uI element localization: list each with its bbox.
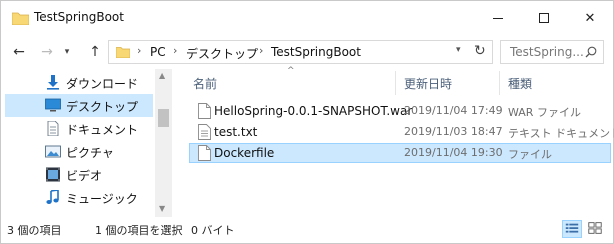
sidebar-scrollbar[interactable]: ▲ ▼ <box>155 69 172 217</box>
file-name: Dockerfile <box>214 146 275 160</box>
sidebar-item-videos[interactable]: ビデオ <box>5 163 153 186</box>
refresh-icon[interactable]: ↻ <box>474 43 486 59</box>
selection-size: 0 バイト <box>191 224 235 237</box>
video-icon <box>46 167 60 182</box>
navigation-bar: ← → ▾ ↑ › PC › デスクトップ › TestSpringBoot ▾… <box>1 35 613 69</box>
text-file-icon <box>198 124 211 140</box>
sidebar-item-label: ダウンロード <box>66 77 139 91</box>
search-icon <box>585 46 597 58</box>
breadcrumb-testspringboot[interactable]: TestSpringBoot <box>271 45 361 59</box>
details-view-icon <box>565 223 579 233</box>
music-icon <box>46 190 59 204</box>
folder-icon <box>116 47 130 58</box>
column-header-name[interactable]: 名前 <box>193 75 217 92</box>
maximize-button[interactable] <box>521 1 567 35</box>
up-button[interactable]: ↑ <box>83 39 107 65</box>
address-bar[interactable]: › PC › デスクトップ › TestSpringBoot ▾ ↻ <box>108 40 493 64</box>
file-date: 2019/11/04 19:30 <box>404 146 503 159</box>
sort-ascending-icon: ^ <box>287 66 295 76</box>
column-divider[interactable] <box>395 71 396 95</box>
navigation-pane: ダウンロード デスクトップ ドキュメント ピクチャ ビデオ ミュージック <box>1 69 173 217</box>
selection-count: 1 個の項目を選択 <box>95 224 183 237</box>
scrollbar-thumb[interactable] <box>158 109 169 127</box>
column-divider[interactable] <box>499 71 500 95</box>
file-list: ^ 名前 更新日時 種類 HelloSpring-0.0.1-SNAPSHOT.… <box>177 66 614 217</box>
file-type: ファイル <box>508 148 552 161</box>
sidebar-item-documents[interactable]: ドキュメント <box>5 117 153 140</box>
file-name: test.txt <box>214 125 258 139</box>
chevron-down-icon: ▾ <box>64 47 70 57</box>
download-icon <box>47 75 59 90</box>
document-icon <box>47 121 59 136</box>
breadcrumb-separator[interactable]: › <box>137 44 141 57</box>
scroll-up-icon[interactable]: ▲ <box>159 71 165 80</box>
sidebar-item-label: デスクトップ <box>66 100 139 114</box>
item-count: 3 個の項目 <box>7 224 62 237</box>
breadcrumb-desktop[interactable]: デスクトップ <box>186 45 258 62</box>
recent-locations-button[interactable]: ▾ <box>59 39 75 65</box>
breadcrumb-separator[interactable]: › <box>173 44 177 57</box>
file-name: HelloSpring-0.0.1-SNAPSHOT.war <box>214 104 413 118</box>
minimize-button[interactable] <box>475 1 521 35</box>
close-icon: ✕ <box>584 10 596 26</box>
file-icon <box>198 103 211 119</box>
sidebar-item-pictures[interactable]: ピクチャ <box>5 140 153 163</box>
sidebar-item-label: ビデオ <box>66 169 103 183</box>
sidebar-item-music[interactable]: ミュージック <box>5 186 153 209</box>
column-header-type[interactable]: 種類 <box>508 75 532 92</box>
breadcrumb-separator[interactable]: › <box>259 44 263 57</box>
file-date: 2019/11/03 18:47 <box>404 125 503 138</box>
file-type: テキスト ドキュメント <box>508 127 614 140</box>
sidebar-item-label: ピクチャ <box>66 146 114 160</box>
sidebar-item-desktop[interactable]: デスクトップ <box>5 94 153 117</box>
large-icons-view-icon <box>588 222 602 234</box>
desktop-icon <box>45 98 61 112</box>
sidebar-item-label: ミュージック <box>66 192 138 206</box>
window-title: TestSpringBoot <box>34 10 124 24</box>
search-input[interactable]: TestSpring... <box>510 45 584 59</box>
column-header-date[interactable]: 更新日時 <box>404 75 452 92</box>
status-bar: 3 個の項目 1 個の項目を選択 0 バイト <box>1 217 613 243</box>
picture-icon <box>45 145 61 158</box>
forward-arrow-icon: → <box>41 44 53 60</box>
maximize-icon <box>539 13 549 23</box>
back-button[interactable]: ← <box>7 39 31 65</box>
scroll-down-icon[interactable]: ▼ <box>159 204 165 213</box>
file-date: 2019/11/04 17:49 <box>404 104 503 117</box>
close-button[interactable]: ✕ <box>567 1 613 35</box>
folder-icon <box>12 12 29 25</box>
file-icon <box>198 145 211 161</box>
up-arrow-icon: ↑ <box>89 44 101 60</box>
file-row[interactable]: HelloSpring-0.0.1-SNAPSHOT.war 2019/11/0… <box>189 101 611 121</box>
large-icons-view-button[interactable] <box>586 220 606 238</box>
file-row[interactable]: test.txt 2019/11/03 18:47 テキスト ドキュメント <box>189 122 614 142</box>
explorer-window: TestSpringBoot ✕ ← → ▾ ↑ › PC › デスクトップ ›… <box>0 0 614 244</box>
file-type: WAR ファイル <box>508 106 581 119</box>
minimize-icon <box>493 17 503 19</box>
sidebar-item-downloads[interactable]: ダウンロード <box>5 71 153 94</box>
search-box[interactable]: TestSpring... <box>500 40 604 64</box>
breadcrumb-pc[interactable]: PC <box>150 45 166 59</box>
back-arrow-icon: ← <box>13 44 25 60</box>
title-bar: TestSpringBoot ✕ <box>1 1 613 35</box>
forward-button[interactable]: → <box>35 39 59 65</box>
sidebar-item-label: ドキュメント <box>66 123 139 137</box>
file-row-selected[interactable]: Dockerfile 2019/11/04 19:30 ファイル <box>189 143 611 163</box>
address-dropdown-icon[interactable]: ▾ <box>456 45 461 55</box>
details-view-button[interactable] <box>562 220 582 238</box>
